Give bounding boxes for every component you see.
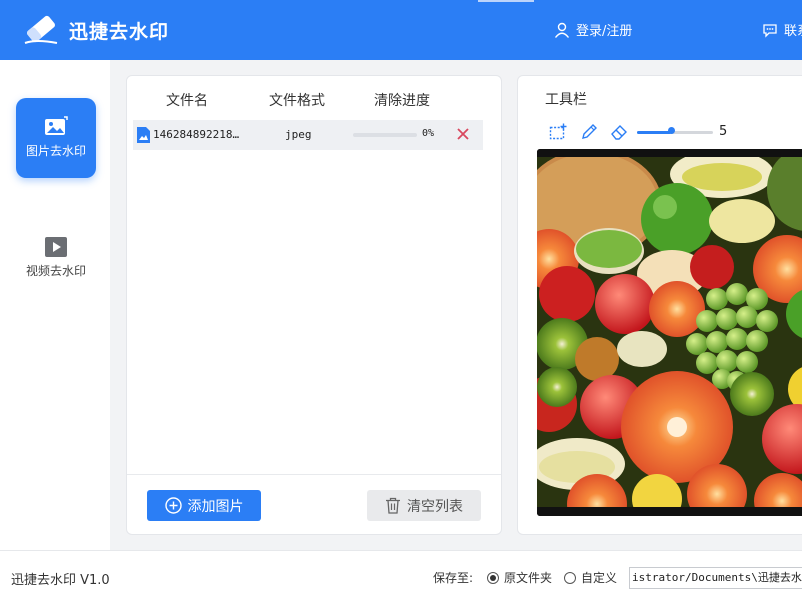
add-image-button[interactable]: 添加图片 [147, 490, 261, 521]
radio-dot [487, 571, 499, 584]
contact-label: 联系 [784, 24, 802, 39]
eraser-icon[interactable] [610, 123, 628, 141]
sidebar-item-image-watermark[interactable]: 图片去水印 [16, 98, 96, 178]
clear-list-button[interactable]: 清空列表 [367, 490, 481, 521]
slider-handle[interactable] [667, 127, 675, 134]
plus-circle-icon [164, 497, 182, 514]
slider-fill [637, 131, 672, 134]
file-name: 146284892218… [153, 128, 240, 141]
add-image-label: 添加图片 [187, 498, 244, 515]
window-drag-grip[interactable] [478, 0, 534, 2]
radio-dot [564, 571, 576, 584]
brush-size-value: 5 [719, 124, 728, 139]
delete-icon[interactable] [455, 126, 471, 142]
toolbar-title: 工具栏 [545, 92, 587, 108]
rect-select-icon[interactable] [549, 123, 567, 141]
clear-list-label: 清空列表 [407, 498, 463, 515]
contact-link[interactable]: 联系 [762, 20, 802, 39]
sidebar-item-label: 图片去水印 [25, 144, 86, 158]
radio-label: 自定义 [581, 571, 618, 585]
fruit-image [537, 149, 802, 516]
divider [127, 474, 501, 475]
app-title: 迅捷去水印 [69, 21, 170, 43]
video-play-icon [45, 237, 67, 257]
file-format: jpeg [285, 128, 312, 141]
eraser-logo-icon [24, 15, 58, 44]
version-label: 迅捷去水印 V1.0 [11, 573, 110, 588]
radio-custom[interactable]: 自定义 [564, 569, 617, 586]
column-header-format: 文件格式 [269, 93, 325, 109]
sidebar: 图片去水印 视频去水印 [0, 60, 110, 550]
chat-bubble-icon [763, 23, 777, 38]
preview-panel: 工具栏 5 [517, 75, 802, 535]
image-icon [45, 116, 68, 135]
save-to-label: 保存至: [433, 571, 474, 585]
user-icon [554, 22, 570, 38]
column-header-filename: 文件名 [166, 93, 208, 109]
progress-bar [353, 133, 417, 137]
status-bar: 迅捷去水印 V1.0 保存至: 原文件夹 自定义 istrator/Docume… [0, 550, 802, 601]
trash-icon [386, 497, 400, 514]
column-header-progress: 清除进度 [374, 93, 430, 109]
progress-percent: 0% [422, 128, 435, 139]
pencil-icon[interactable] [580, 123, 598, 141]
table-row[interactable]: 146284892218… jpeg 0% [133, 120, 483, 150]
image-file-icon [137, 127, 150, 143]
sidebar-item-label: 视频去水印 [25, 264, 86, 278]
login-register-link[interactable]: 登录/注册 [554, 20, 632, 39]
app-header: 迅捷去水印 登录/注册 联系 [0, 0, 802, 60]
sidebar-item-video-watermark[interactable]: 视频去水印 [16, 218, 96, 298]
image-preview[interactable] [537, 149, 802, 516]
radio-label: 原文件夹 [504, 571, 553, 585]
save-path-input[interactable]: istrator/Documents\迅捷去水印 [629, 567, 802, 589]
login-label: 登录/注册 [576, 24, 633, 39]
radio-original-folder[interactable]: 原文件夹 [487, 569, 552, 586]
brush-size-slider[interactable] [637, 131, 713, 134]
file-list-panel: 文件名 文件格式 清除进度 146284892218… jpeg 0% 添加图片… [126, 75, 502, 535]
